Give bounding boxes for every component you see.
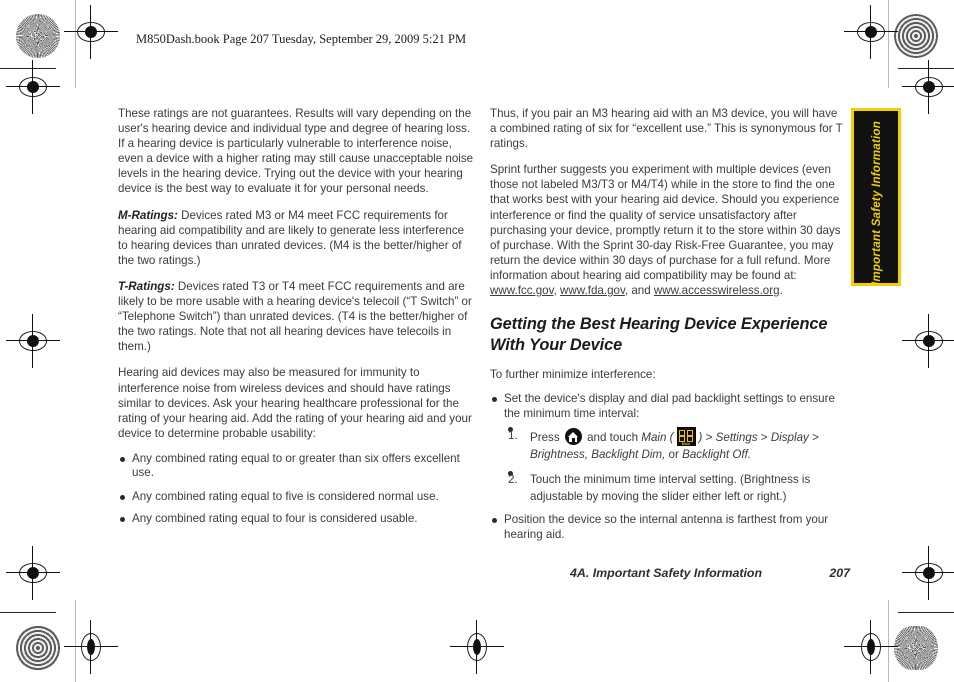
paragraph-minimize-interference: To further minimize interference: bbox=[490, 368, 656, 382]
paren-close: ) bbox=[698, 431, 703, 445]
bullet-text: Set the device's display and dial pad ba… bbox=[504, 392, 835, 420]
link-fcc-gov[interactable]: www.fcc.gov bbox=[490, 284, 554, 297]
right-text-column: Thus, if you pair an M3 hearing aid with… bbox=[490, 106, 846, 550]
paragraph-t-ratings: T-Ratings: Devices rated T3 or T4 meet F… bbox=[118, 279, 476, 354]
t-ratings-lead: T-Ratings: bbox=[118, 279, 175, 293]
menu-item-main: Main bbox=[641, 431, 667, 445]
home-icon[interactable] bbox=[564, 428, 582, 446]
paragraph-ratings-intro: These ratings are not guarantees. Result… bbox=[118, 107, 474, 196]
sprint-guarantee-text: Sprint further suggests you experiment w… bbox=[490, 163, 841, 282]
file-slug-header: M850Dash.book Page 207 Tuesday, Septembe… bbox=[136, 32, 467, 46]
paragraph-m-ratings: M-Ratings: Devices rated M3 or M4 meet F… bbox=[118, 208, 476, 268]
list-item: Any combined rating equal to five is con… bbox=[118, 490, 476, 505]
list-item: Set the device's display and dial pad ba… bbox=[490, 392, 846, 505]
step-and-touch-label: and touch bbox=[587, 431, 639, 445]
footer-chapter-title: 4A. Important Safety Information bbox=[570, 566, 763, 580]
footer-page-number: 207 bbox=[829, 566, 850, 580]
link-separator-3: . bbox=[779, 284, 783, 298]
list-item: Press and touch Main (Main) > Settings >… bbox=[504, 427, 846, 463]
menu-item-backlight-off: Backlight Off. bbox=[682, 448, 752, 462]
paragraph-sprint-guarantee: Sprint further suggests you experiment w… bbox=[490, 162, 846, 298]
list-item: Position the device so the internal ante… bbox=[490, 513, 846, 542]
menu-item-brightness-backlight-dim: Brightness, Backlight Dim, bbox=[530, 448, 666, 462]
paren-open: ( bbox=[669, 431, 674, 445]
chevron-3: > bbox=[812, 431, 819, 445]
bullet-text: Any combined rating equal to four is con… bbox=[132, 511, 418, 525]
chevron-2: > bbox=[760, 431, 768, 445]
interference-bullet-list: Set the device's display and dial pad ba… bbox=[490, 392, 846, 542]
side-tab-label: Important Safety Information bbox=[869, 121, 883, 286]
list-item: Any combined rating equal to four is con… bbox=[118, 512, 476, 527]
link-separator-2: , and bbox=[624, 284, 654, 298]
step-text: Touch the minimum time interval setting.… bbox=[530, 473, 811, 504]
menu-item-display: Display bbox=[770, 431, 809, 445]
bullet-text: Any combined rating equal to five is con… bbox=[132, 490, 439, 504]
main-menu-icon-caption: Main bbox=[681, 441, 691, 446]
paragraph-immunity: Hearing aid devices may also be measured… bbox=[118, 366, 472, 440]
link-accesswireless-org[interactable]: www.accesswireless.org bbox=[654, 284, 780, 297]
list-item: Touch the minimum time interval setting.… bbox=[504, 471, 846, 505]
backlight-steps-list: Press and touch Main (Main) > Settings >… bbox=[504, 427, 846, 505]
page-footer: 4A. Important Safety Information 207 bbox=[490, 566, 862, 580]
usability-bullet-list: Any combined rating equal to or greater … bbox=[118, 452, 476, 526]
link-fda-gov[interactable]: www.fda.gov bbox=[560, 284, 625, 297]
list-item: Any combined rating equal to or greater … bbox=[118, 452, 476, 481]
step-press-label: Press bbox=[530, 431, 560, 445]
side-tab-important-safety-information: Important Safety Information bbox=[851, 108, 901, 286]
chevron-1: > bbox=[705, 431, 713, 445]
main-menu-icon[interactable]: Main bbox=[676, 427, 696, 447]
menu-conjunction-or: or bbox=[668, 448, 679, 462]
menu-item-settings: Settings bbox=[715, 431, 758, 445]
paragraph-combined-rating: Thus, if you pair an M3 hearing aid with… bbox=[490, 107, 843, 151]
page-content: M850Dash.book Page 207 Tuesday, Septembe… bbox=[0, 0, 954, 682]
left-text-column: These ratings are not guarantees. Result… bbox=[118, 106, 476, 533]
m-ratings-lead: M-Ratings: bbox=[118, 208, 178, 222]
section-heading: Getting the Best Hearing Device Experien… bbox=[490, 315, 828, 355]
bullet-text: Position the device so the internal ante… bbox=[504, 513, 829, 541]
bullet-text: Any combined rating equal to or greater … bbox=[132, 451, 460, 480]
